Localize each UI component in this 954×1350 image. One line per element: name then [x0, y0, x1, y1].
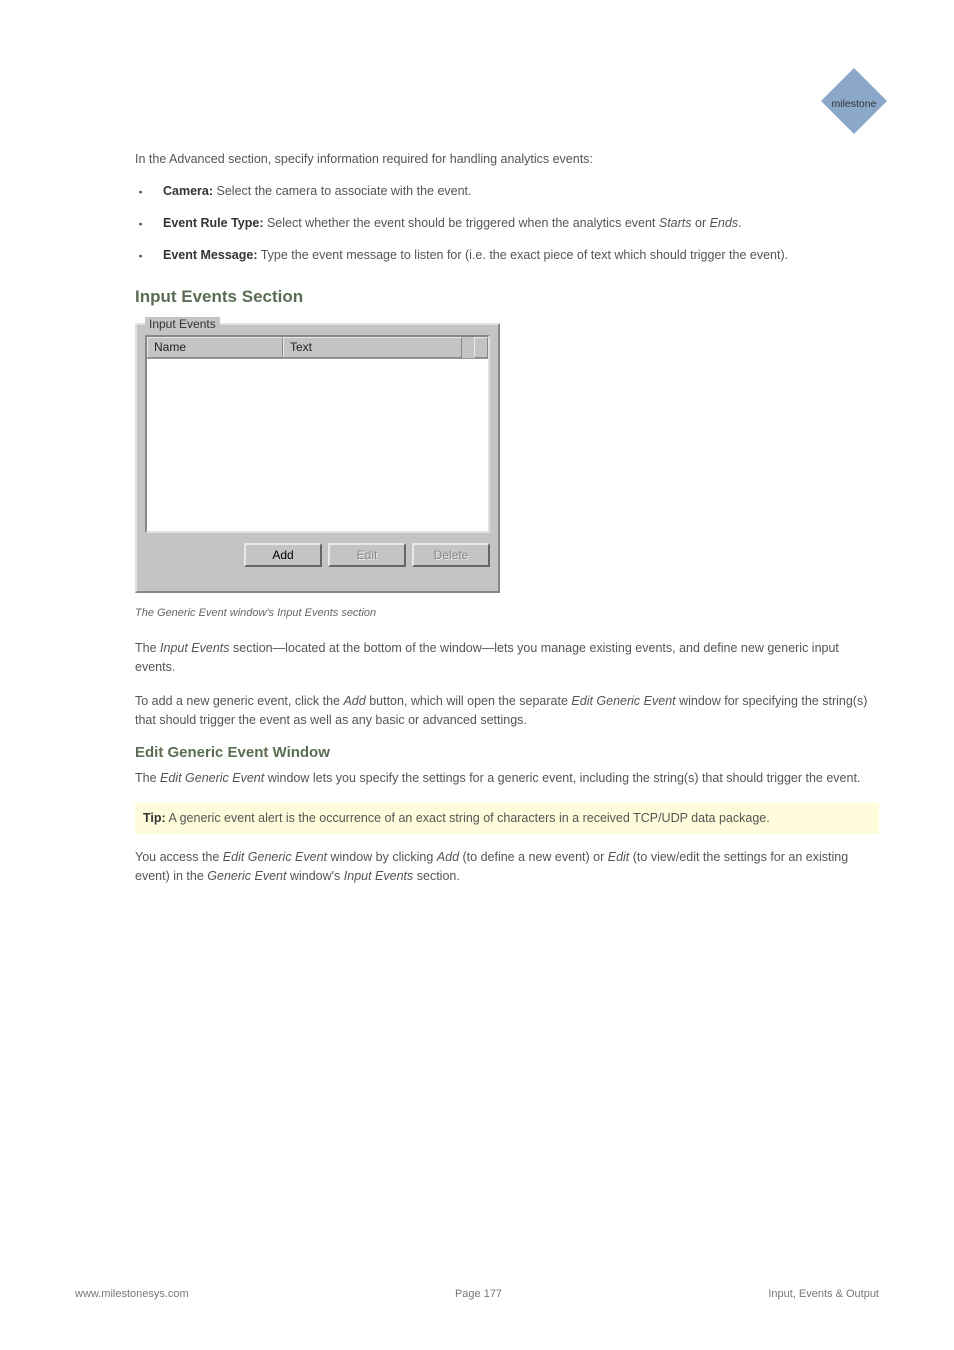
para-input-events-desc: The Input Events section—located at the … — [135, 639, 879, 678]
brand-logo: milestone — [818, 65, 890, 142]
intro-text: In the Advanced section, specify informa… — [135, 150, 879, 169]
table-header: Name Text — [147, 337, 488, 359]
bullet-event-rule-type: Event Rule Type: Select whether the even… — [163, 213, 879, 233]
input-events-fieldset-image: Input Events Name Text Add Edit Delete — [135, 323, 879, 593]
advanced-bullet-list: Camera: Select the camera to associate w… — [135, 181, 879, 265]
page-footer: www.milestonesys.com Page 177 Input, Eve… — [75, 1288, 879, 1300]
para-edit-generic-desc: The Edit Generic Event window lets you s… — [135, 769, 879, 788]
events-table: Name Text — [145, 335, 490, 533]
bullet-event-message: Event Message: Type the event message to… — [163, 245, 879, 265]
col-header-text[interactable]: Text — [283, 337, 462, 358]
footer-section: Input, Events & Output — [768, 1288, 879, 1300]
image-caption: The Generic Event window's Input Events … — [135, 607, 879, 619]
col-header-scroll — [474, 337, 488, 358]
para-access-edit-window: You access the Edit Generic Event window… — [135, 848, 879, 887]
bullet-camera: Camera: Select the camera to associate w… — [163, 181, 879, 201]
subsection-title-edit-generic: Edit Generic Event Window — [135, 744, 879, 761]
svg-text:milestone: milestone — [832, 98, 877, 110]
button-row: Add Edit Delete — [145, 543, 490, 567]
section-title-input-events: Input Events Section — [135, 287, 879, 307]
footer-url: www.milestonesys.com — [75, 1288, 189, 1300]
fieldset-container: Input Events Name Text Add Edit Delete — [135, 323, 500, 593]
edit-button: Edit — [328, 543, 406, 567]
delete-button: Delete — [412, 543, 490, 567]
fieldset-legend: Input Events — [145, 317, 220, 331]
col-header-name[interactable]: Name — [147, 337, 283, 358]
tip-box: Tip: A generic event alert is the occurr… — [135, 803, 879, 834]
footer-page-number: Page 177 — [455, 1288, 502, 1300]
para-add-event: To add a new generic event, click the Ad… — [135, 692, 879, 731]
add-button[interactable]: Add — [244, 543, 322, 567]
